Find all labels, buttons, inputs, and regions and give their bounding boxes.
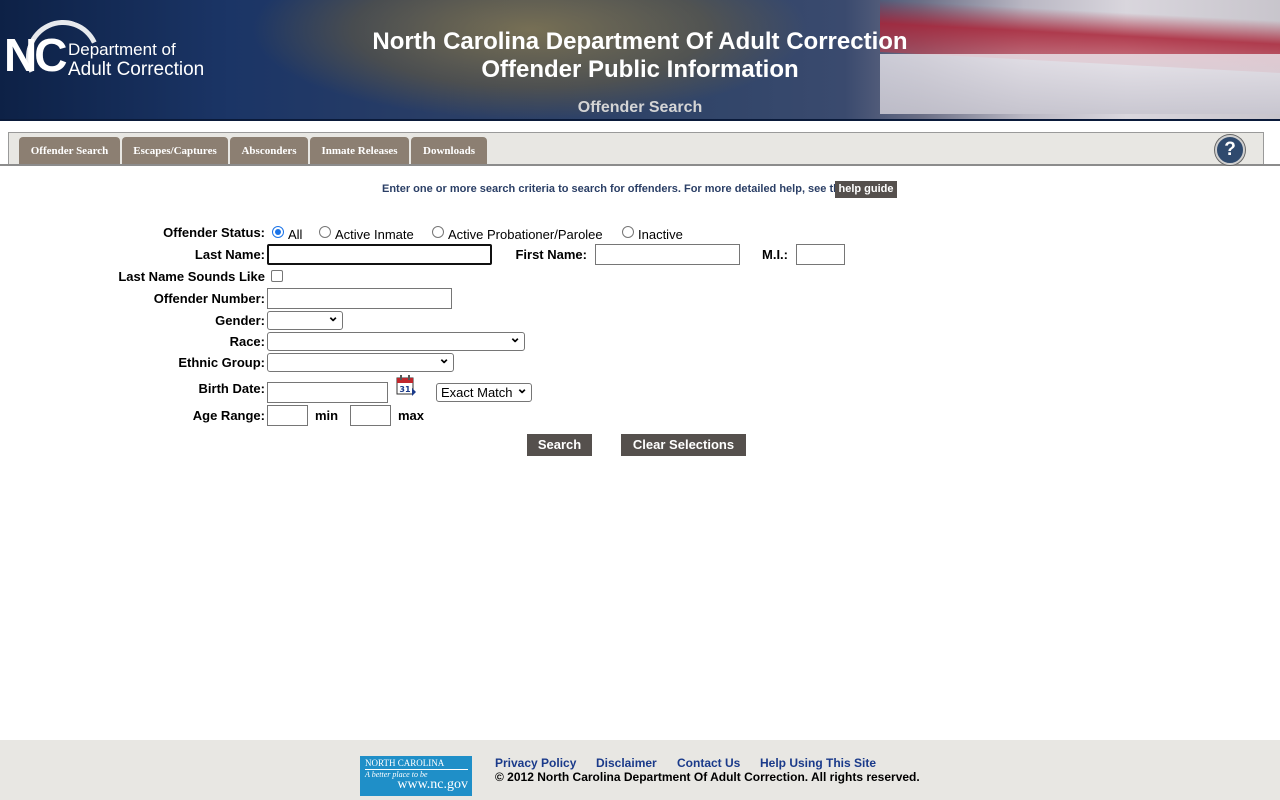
- page-title-line1: North Carolina Department Of Adult Corre…: [372, 28, 908, 55]
- tab-absconders[interactable]: Absconders: [230, 137, 308, 164]
- birth-date-input[interactable]: [267, 382, 388, 403]
- tab-offender-search[interactable]: Offender Search: [19, 137, 120, 164]
- tab-downloads[interactable]: Downloads: [411, 137, 487, 164]
- last-name-label: Last Name:: [194, 247, 265, 262]
- tab-bar-divider: [0, 164, 1280, 166]
- gender-select[interactable]: [267, 308, 343, 330]
- age-range-label: Age Range:: [192, 408, 265, 423]
- contact-us-link[interactable]: Contact Us: [677, 756, 740, 770]
- status-radio-active-probationer[interactable]: [432, 226, 444, 238]
- birth-date-label: Birth Date:: [198, 381, 265, 396]
- last-name-input[interactable]: [267, 244, 492, 265]
- offender-number-label: Offender Number:: [153, 291, 265, 306]
- privacy-policy-link[interactable]: Privacy Policy: [495, 756, 576, 770]
- help-guide-button[interactable]: help guide: [835, 181, 897, 198]
- age-min-label: min: [315, 408, 339, 423]
- offender-number-input[interactable]: [267, 288, 452, 309]
- ethnic-group-select[interactable]: [267, 350, 454, 372]
- disclaimer-link[interactable]: Disclaimer: [596, 756, 657, 770]
- nc-logo-line1: NORTH CAROLINA: [365, 758, 445, 768]
- sounds-like-label: Last Name Sounds Like: [118, 269, 265, 284]
- instructions-text: Enter one or more search criteria to sea…: [382, 183, 846, 195]
- help-using-site-link[interactable]: Help Using This Site: [760, 756, 876, 770]
- offender-status-label: Offender Status:: [163, 225, 265, 240]
- first-name-input[interactable]: [595, 244, 740, 265]
- status-radio-inactive[interactable]: [622, 226, 634, 238]
- nc-gov-logo[interactable]: NORTH CAROLINA A better place to be www.…: [360, 756, 472, 796]
- age-min-input[interactable]: [267, 405, 308, 426]
- help-icon[interactable]: ?: [1215, 135, 1245, 165]
- clear-selections-button[interactable]: Clear Selections: [621, 434, 746, 456]
- ethnic-group-label: Ethnic Group:: [178, 355, 265, 370]
- first-name-label: First Name:: [515, 247, 587, 262]
- status-radio-active-inmate[interactable]: [319, 226, 331, 238]
- race-select[interactable]: [267, 329, 525, 351]
- page-subtitle: Offender Search: [577, 99, 703, 116]
- status-active-inmate-label: Active Inmate: [335, 227, 414, 242]
- gender-label: Gender:: [215, 313, 265, 328]
- calendar-icon[interactable]: 31: [395, 374, 417, 396]
- mi-label: M.I.:: [762, 247, 788, 262]
- age-max-input[interactable]: [350, 405, 391, 426]
- search-button[interactable]: Search: [527, 434, 592, 456]
- status-radio-all[interactable]: [272, 226, 284, 238]
- nc-logo-line3: www.nc.gov: [397, 777, 468, 792]
- status-all-label: All: [288, 227, 303, 242]
- copyright-text: © 2012 North Carolina Department Of Adul…: [495, 770, 920, 784]
- sounds-like-checkbox[interactable]: [271, 270, 283, 282]
- mi-input[interactable]: [796, 244, 845, 265]
- birth-date-match-select[interactable]: Exact Match: [436, 380, 532, 402]
- status-active-probationer-label: Active Probationer/Parolee: [448, 227, 603, 242]
- tab-escapes-captures[interactable]: Escapes/Captures: [122, 137, 228, 164]
- page-title-line2: Offender Public Information: [481, 56, 799, 83]
- status-inactive-label: Inactive: [638, 227, 683, 242]
- age-max-label: max: [398, 408, 425, 423]
- tab-inmate-releases[interactable]: Inmate Releases: [310, 137, 409, 164]
- calendar-day-text: 31: [399, 385, 411, 394]
- race-label: Race:: [229, 334, 265, 349]
